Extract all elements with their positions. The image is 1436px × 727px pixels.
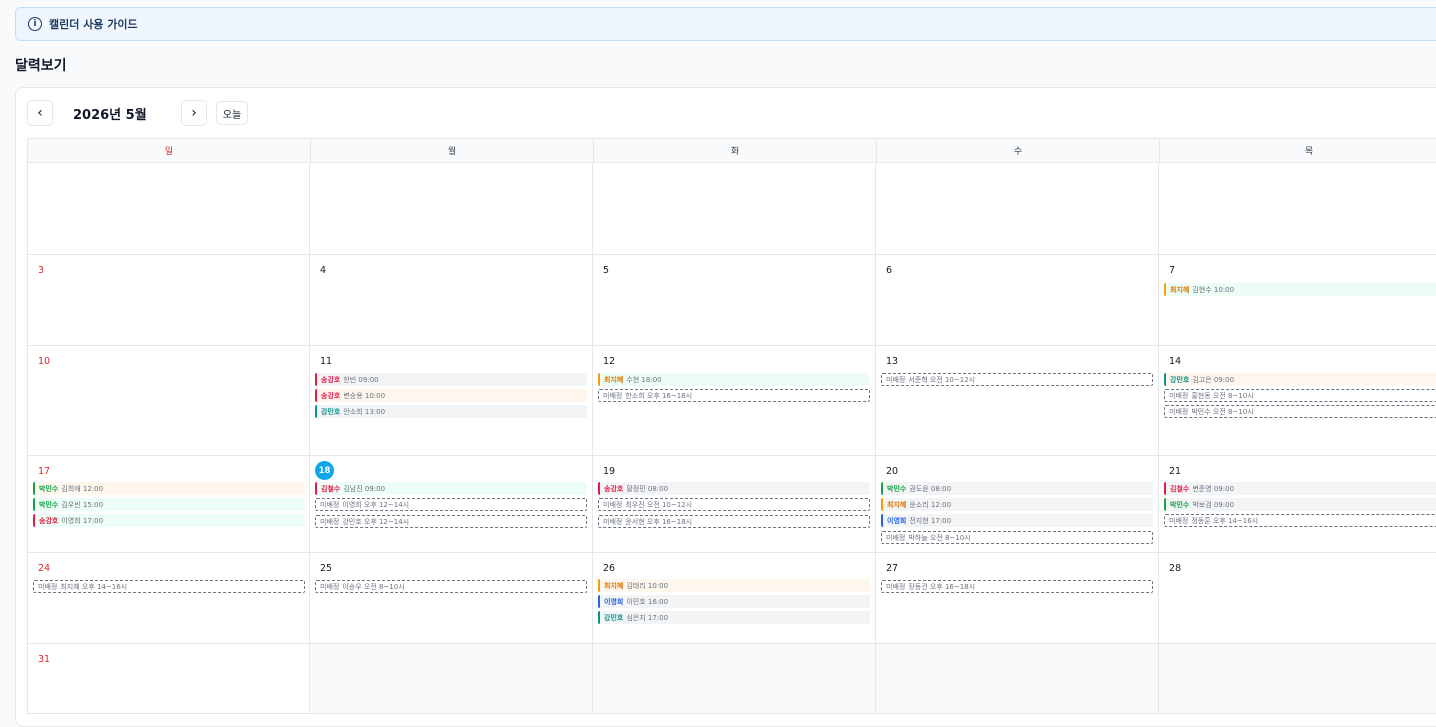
day-cell-empty[interactable] — [593, 163, 876, 255]
calendar-event[interactable]: 송강호 한빈 09:00 — [315, 373, 587, 386]
calendar-event-unassigned[interactable]: 미배정 서준혁 오전 10~12시 — [881, 373, 1153, 386]
day-cell-31[interactable]: 31 — [27, 644, 310, 714]
day-number: 13 — [886, 356, 899, 367]
day-cell-empty[interactable] — [1159, 163, 1436, 255]
day-cell-28[interactable]: 28 — [1159, 553, 1436, 644]
next-month-button[interactable]: › — [181, 100, 207, 126]
calendar-event-unassigned[interactable]: 미배정 홍현동 오전 8~10시 — [1164, 389, 1436, 402]
day-number-today: 18 — [315, 461, 334, 480]
day-cell-empty[interactable] — [27, 163, 310, 255]
page-title: 달력보기 — [15, 58, 67, 74]
day-cell-20[interactable]: 20 박민수 권도윤 08:00 최지혜 윤소리 12:00 이영희 전지현 17:0… — [876, 456, 1159, 553]
calendar-event[interactable]: 박민수 김우빈 15:00 — [33, 498, 305, 511]
calendar-event-unassigned[interactable]: 미배정 정동훈 오후 14~16시 — [1164, 514, 1436, 527]
day-cell-19[interactable]: 19 송강호 황정민 08:00 미배정 최우진 오전 10~12시 미배정 윤서현 … — [593, 456, 876, 553]
day-number: 28 — [1169, 563, 1182, 574]
calendar-guide-banner[interactable]: i 캘린더 사용 가이드 — [15, 7, 1436, 41]
calendar-event[interactable]: 이영희 이민호 16:00 — [598, 595, 870, 608]
day-cell-empty[interactable] — [876, 163, 1159, 255]
day-number: 17 — [38, 466, 51, 477]
calendar-event-unassigned[interactable]: 미배정 강민호 오후 12~14시 — [315, 515, 587, 528]
calendar-event[interactable]: 박민수 권도윤 08:00 — [881, 482, 1153, 495]
calendar-event[interactable]: 최지혜 김현수 10:00 — [1164, 283, 1436, 296]
weekday-header-thu: 목 — [1159, 138, 1436, 163]
day-cell-empty[interactable] — [310, 163, 593, 255]
day-number: 7 — [1169, 265, 1176, 276]
day-cell-7[interactable]: 7 최지혜 김현수 10:00 — [1159, 255, 1436, 346]
day-cell-13[interactable]: 13 미배정 서준혁 오전 10~12시 — [876, 346, 1159, 456]
calendar-event[interactable]: 이영희 전지현 17:00 — [881, 514, 1153, 527]
calendar-event-unassigned[interactable]: 미배정 윤서현 오후 16~18시 — [598, 515, 870, 528]
calendar-event-unassigned[interactable]: 미배정 최우진 오전 10~12시 — [598, 498, 870, 511]
day-number: 27 — [886, 563, 899, 574]
day-cell-empty[interactable] — [1159, 644, 1436, 714]
day-cell-26[interactable]: 26 최지혜 김태리 10:00 이영희 이민호 16:00 강민호 심은지 17:0… — [593, 553, 876, 644]
day-number: 5 — [603, 265, 610, 276]
day-cell-6[interactable]: 6 — [876, 255, 1159, 346]
calendar-event[interactable]: 김철수 김남진 09:00 — [315, 482, 587, 495]
day-cell-empty[interactable] — [876, 644, 1159, 714]
weekday-header-wed: 수 — [876, 138, 1160, 163]
weekday-header-sun: 일 — [27, 138, 311, 163]
calendar-event-unassigned[interactable]: 미배정 이영희 오후 12~14시 — [315, 498, 587, 511]
day-cell-empty[interactable] — [593, 644, 876, 714]
day-cell-5[interactable]: 5 — [593, 255, 876, 346]
calendar-event[interactable]: 송강호 황정민 08:00 — [598, 482, 870, 495]
calendar-event[interactable]: 최지혜 수현 18:00 — [598, 373, 870, 386]
chevron-right-icon: › — [191, 105, 197, 121]
info-icon: i — [28, 17, 42, 31]
day-number: 31 — [38, 654, 51, 665]
calendar-event[interactable]: 김철수 변준영 09:00 — [1164, 482, 1436, 495]
day-cell-18[interactable]: 18 김철수 김남진 09:00 미배정 이영희 오후 12~14시 미배정 강민호 … — [310, 456, 593, 553]
day-number: 6 — [886, 265, 893, 276]
day-number: 25 — [320, 563, 333, 574]
calendar-event-unassigned[interactable]: 미배정 박하늘 오전 8~10시 — [881, 531, 1153, 544]
day-number: 20 — [886, 466, 899, 477]
day-cell-25[interactable]: 25 미배정 이승우 오전 8~10시 — [310, 553, 593, 644]
calendar-event[interactable]: 박민수 김희애 12:00 — [33, 482, 305, 495]
day-number: 3 — [38, 265, 45, 276]
day-cell-11[interactable]: 11 송강호 한빈 09:00 송강호 변승용 10:00 강민호 안소희 13:00 — [310, 346, 593, 456]
guide-label: 캘린더 사용 가이드 — [49, 18, 138, 31]
day-cell-27[interactable]: 27 미배정 장동건 오후 16~18시 — [876, 553, 1159, 644]
chevron-left-icon: ‹ — [37, 105, 43, 121]
today-button[interactable]: 오늘 — [216, 101, 248, 125]
day-cell-4[interactable]: 4 — [310, 255, 593, 346]
day-number: 4 — [320, 265, 327, 276]
day-cell-14[interactable]: 14 강민호 김고은 09:00 미배정 홍현동 오전 8~10시 미배정 박민수 오… — [1159, 346, 1436, 456]
day-cell-12[interactable]: 12 최지혜 수현 18:00 미배정 한소희 오후 16~18시 — [593, 346, 876, 456]
day-number: 24 — [38, 563, 51, 574]
day-cell-17[interactable]: 17 박민수 김희애 12:00 박민수 김우빈 15:00 송강호 이영희 17:0… — [27, 456, 310, 553]
calendar-event[interactable]: 최지혜 김태리 10:00 — [598, 579, 870, 592]
day-number: 14 — [1169, 356, 1182, 367]
calendar-event[interactable]: 강민호 김고은 09:00 — [1164, 373, 1436, 386]
weekday-header-tue: 화 — [593, 138, 877, 163]
calendar-event[interactable]: 송강호 이영희 17:00 — [33, 514, 305, 527]
calendar-event[interactable]: 최지혜 윤소리 12:00 — [881, 498, 1153, 511]
day-cell-empty[interactable] — [310, 644, 593, 714]
calendar-event[interactable]: 강민호 심은지 17:00 — [598, 611, 870, 624]
month-label: 2026년 5월 — [73, 108, 147, 123]
day-number: 11 — [320, 356, 333, 367]
calendar-event[interactable]: 송강호 변승용 10:00 — [315, 389, 587, 402]
day-cell-21[interactable]: 21 김철수 변준영 09:00 박민수 박보검 09:00 미배정 정동훈 오후 1… — [1159, 456, 1436, 553]
weekday-header-mon: 월 — [310, 138, 594, 163]
day-number: 10 — [38, 356, 51, 367]
day-number: 12 — [603, 356, 616, 367]
calendar-event-unassigned[interactable]: 미배정 최지혜 오후 14~16시 — [33, 580, 305, 593]
calendar-event-unassigned[interactable]: 미배정 이승우 오전 8~10시 — [315, 580, 587, 593]
calendar-event-unassigned[interactable]: 미배정 박민수 오전 8~10시 — [1164, 405, 1436, 418]
day-number: 26 — [603, 563, 616, 574]
day-number: 19 — [603, 466, 616, 477]
prev-month-button[interactable]: ‹ — [27, 100, 53, 126]
calendar-event-unassigned[interactable]: 미배정 한소희 오후 16~18시 — [598, 389, 870, 402]
day-cell-24[interactable]: 24 미배정 최지혜 오후 14~16시 — [27, 553, 310, 644]
day-number: 21 — [1169, 466, 1182, 477]
calendar-event[interactable]: 박민수 박보검 09:00 — [1164, 498, 1436, 511]
day-cell-3[interactable]: 3 — [27, 255, 310, 346]
day-cell-10[interactable]: 10 — [27, 346, 310, 456]
calendar-event[interactable]: 강민호 안소희 13:00 — [315, 405, 587, 418]
calendar-event-unassigned[interactable]: 미배정 장동건 오후 16~18시 — [881, 580, 1153, 593]
